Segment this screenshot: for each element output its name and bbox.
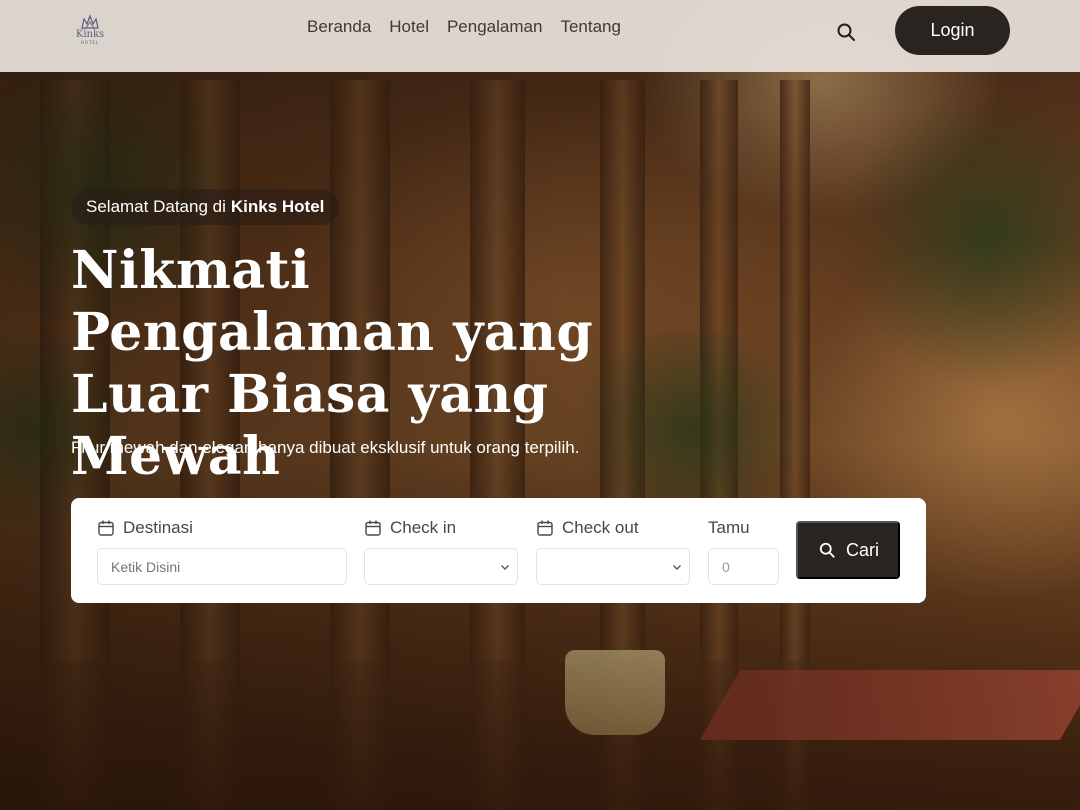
nav-beranda[interactable]: Beranda xyxy=(307,17,371,37)
hero-subtitle: Fitur mewah dan elegan hanya dibuat eksk… xyxy=(71,438,580,457)
main-nav: Beranda Hotel Pengalaman Tentang xyxy=(307,17,621,37)
login-button[interactable]: Login xyxy=(895,6,1010,55)
calendar-icon xyxy=(365,520,381,536)
guests-label-text: Tamu xyxy=(708,518,750,537)
check-out-label-text: Check out xyxy=(562,518,639,537)
check-out-label: Check out xyxy=(536,518,639,538)
logo-subtext: HOTEL xyxy=(80,40,100,45)
crown-icon xyxy=(81,14,99,29)
badge-prefix: Selamat Datang di xyxy=(86,197,226,216)
chevron-down-icon xyxy=(501,565,509,570)
check-in-label-text: Check in xyxy=(390,518,457,537)
navbar: Kinks HOTEL Beranda Hotel Pengalaman Ten… xyxy=(0,0,1080,72)
search-submit-button[interactable]: Cari xyxy=(796,521,900,579)
check-in-select[interactable] xyxy=(364,548,518,585)
logo-text: Kinks xyxy=(75,29,105,40)
booking-search-panel: Destinasi Check in Check out Tam xyxy=(71,498,926,603)
chevron-down-icon xyxy=(673,565,681,570)
nav-pengalaman[interactable]: Pengalaman xyxy=(447,17,542,37)
guests-value: 0 xyxy=(722,558,730,575)
calendar-icon xyxy=(98,520,114,536)
logo[interactable]: Kinks HOTEL xyxy=(72,14,108,48)
destination-input[interactable] xyxy=(97,548,347,585)
search-icon xyxy=(819,542,835,558)
welcome-badge: Selamat Datang di Kinks Hotel xyxy=(71,189,340,225)
nav-tentang[interactable]: Tentang xyxy=(560,17,621,37)
destination-label-text: Destinasi xyxy=(123,518,193,537)
check-in-label: Check in xyxy=(364,518,456,538)
search-icon xyxy=(837,23,855,41)
guests-label: Tamu xyxy=(708,518,750,538)
search-submit-label: Cari xyxy=(845,539,879,560)
guests-input[interactable]: 0 xyxy=(708,548,779,585)
header-search-button[interactable] xyxy=(834,20,858,44)
nav-hotel[interactable]: Hotel xyxy=(389,17,429,37)
destination-label: Destinasi xyxy=(97,518,193,538)
check-out-select[interactable] xyxy=(536,548,690,585)
badge-brand: Kinks Hotel xyxy=(230,197,325,216)
calendar-icon xyxy=(537,520,553,536)
